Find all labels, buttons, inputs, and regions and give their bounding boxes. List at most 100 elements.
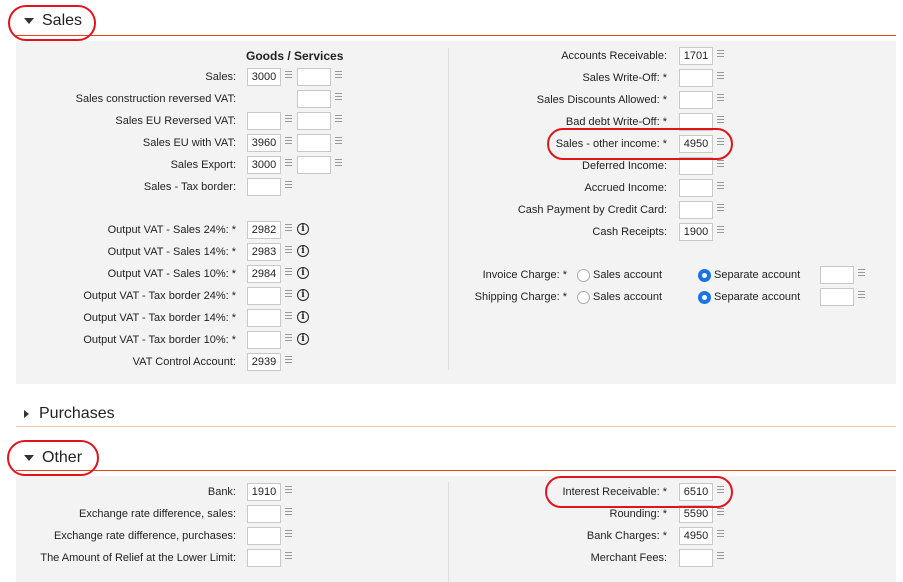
list-menu-icon[interactable] — [285, 137, 292, 144]
list-menu-icon[interactable] — [717, 50, 724, 57]
list-menu-icon[interactable] — [285, 530, 292, 537]
services-account-input[interactable] — [297, 134, 331, 152]
other-panel — [16, 476, 896, 582]
list-menu-icon[interactable] — [285, 552, 292, 559]
list-menu-icon[interactable] — [717, 160, 724, 167]
list-menu-icon[interactable] — [285, 181, 292, 188]
section-title-purchases: Purchases — [39, 405, 115, 422]
column-divider — [448, 48, 449, 370]
list-menu-icon[interactable] — [285, 71, 292, 78]
account-input[interactable] — [679, 201, 713, 219]
account-input[interactable]: 6510 — [679, 483, 713, 501]
charge-account-input[interactable] — [820, 266, 854, 284]
list-menu-icon[interactable] — [335, 93, 342, 100]
list-menu-icon[interactable] — [285, 334, 292, 341]
radio-sales-account[interactable] — [577, 291, 590, 304]
vat-account-input[interactable]: 2982 — [247, 221, 281, 239]
vat-account-input[interactable] — [247, 309, 281, 327]
account-input[interactable] — [679, 69, 713, 87]
caret-down-icon — [24, 18, 34, 24]
list-menu-icon[interactable] — [717, 204, 724, 211]
section-toggle-other[interactable]: Other — [24, 449, 82, 467]
vat-account-input[interactable]: 2983 — [247, 243, 281, 261]
list-menu-icon[interactable] — [717, 552, 724, 559]
section-divider — [16, 470, 896, 471]
list-menu-icon[interactable] — [285, 312, 292, 319]
list-menu-icon[interactable] — [285, 268, 292, 275]
info-icon[interactable]: i — [297, 223, 309, 235]
list-menu-icon[interactable] — [717, 508, 724, 515]
radio-separate-account[interactable] — [698, 291, 711, 304]
list-menu-icon[interactable] — [717, 530, 724, 537]
vat-account-input[interactable] — [247, 287, 281, 305]
account-input[interactable]: 1910 — [247, 483, 281, 501]
account-input[interactable] — [679, 91, 713, 109]
list-menu-icon[interactable] — [335, 71, 342, 78]
services-account-input[interactable] — [297, 112, 331, 130]
goods-account-input[interactable]: 3960 — [247, 134, 281, 152]
list-menu-icon[interactable] — [858, 269, 865, 276]
section-toggle-sales[interactable]: Sales — [24, 12, 82, 30]
list-menu-icon[interactable] — [717, 94, 724, 101]
list-menu-icon[interactable] — [717, 486, 724, 493]
account-input[interactable]: 5590 — [679, 505, 713, 523]
field-label: Bank Charges: * — [586, 530, 667, 542]
goods-account-input[interactable] — [247, 178, 281, 196]
charge-account-input[interactable] — [820, 288, 854, 306]
account-input[interactable] — [679, 113, 713, 131]
radio-separate-account[interactable] — [698, 269, 711, 282]
account-input[interactable] — [247, 549, 281, 567]
list-menu-icon[interactable] — [285, 290, 292, 297]
goods-account-input[interactable]: 3000 — [247, 68, 281, 86]
list-menu-icon[interactable] — [335, 115, 342, 122]
vat-account-input[interactable]: 2984 — [247, 265, 281, 283]
vat-account-input[interactable] — [247, 331, 281, 349]
list-menu-icon[interactable] — [285, 159, 292, 166]
radio-sales-account[interactable] — [577, 269, 590, 282]
info-icon[interactable]: i — [297, 289, 309, 301]
list-menu-icon[interactable] — [717, 182, 724, 189]
list-menu-icon[interactable] — [285, 356, 292, 363]
field-label: Output VAT - Sales 14%: * — [107, 246, 236, 258]
field-label: Cash Receipts: — [592, 226, 667, 238]
account-input[interactable] — [679, 549, 713, 567]
radio-label: Sales account — [593, 291, 663, 303]
list-menu-icon[interactable] — [335, 137, 342, 144]
info-icon[interactable]: i — [297, 267, 309, 279]
vat-account-input[interactable]: 2939 — [247, 353, 281, 371]
field-label: Output VAT - Tax border 24%: * — [83, 290, 236, 302]
list-menu-icon[interactable] — [285, 486, 292, 493]
list-menu-icon[interactable] — [717, 138, 724, 145]
list-menu-icon[interactable] — [858, 291, 865, 298]
account-input[interactable]: 4950 — [679, 135, 713, 153]
field-label: Sales: — [205, 71, 236, 83]
info-icon[interactable]: i — [297, 333, 309, 345]
account-input[interactable] — [247, 505, 281, 523]
list-menu-icon[interactable] — [717, 116, 724, 123]
services-account-input[interactable] — [297, 90, 331, 108]
goods-account-input[interactable] — [247, 112, 281, 130]
section-toggle-purchases[interactable]: Purchases — [24, 405, 115, 423]
account-input[interactable]: 1701 — [679, 47, 713, 65]
info-icon[interactable]: i — [297, 245, 309, 257]
list-menu-icon[interactable] — [285, 508, 292, 515]
list-menu-icon[interactable] — [285, 246, 292, 253]
list-menu-icon[interactable] — [335, 159, 342, 166]
list-menu-icon[interactable] — [285, 115, 292, 122]
info-icon[interactable]: i — [297, 311, 309, 323]
field-label: Output VAT - Sales 10%: * — [107, 268, 236, 280]
field-label: Output VAT - Sales 24%: * — [107, 224, 236, 236]
services-account-input[interactable] — [297, 68, 331, 86]
list-menu-icon[interactable] — [285, 224, 292, 231]
account-input[interactable]: 1900 — [679, 223, 713, 241]
account-input[interactable] — [247, 527, 281, 545]
account-input[interactable] — [679, 157, 713, 175]
account-input[interactable]: 4950 — [679, 527, 713, 545]
field-label: Sales Discounts Allowed: * — [536, 94, 667, 106]
services-account-input[interactable] — [297, 156, 331, 174]
field-label: VAT Control Account: — [132, 356, 236, 368]
list-menu-icon[interactable] — [717, 226, 724, 233]
goods-account-input[interactable]: 3000 — [247, 156, 281, 174]
account-input[interactable] — [679, 179, 713, 197]
list-menu-icon[interactable] — [717, 72, 724, 79]
